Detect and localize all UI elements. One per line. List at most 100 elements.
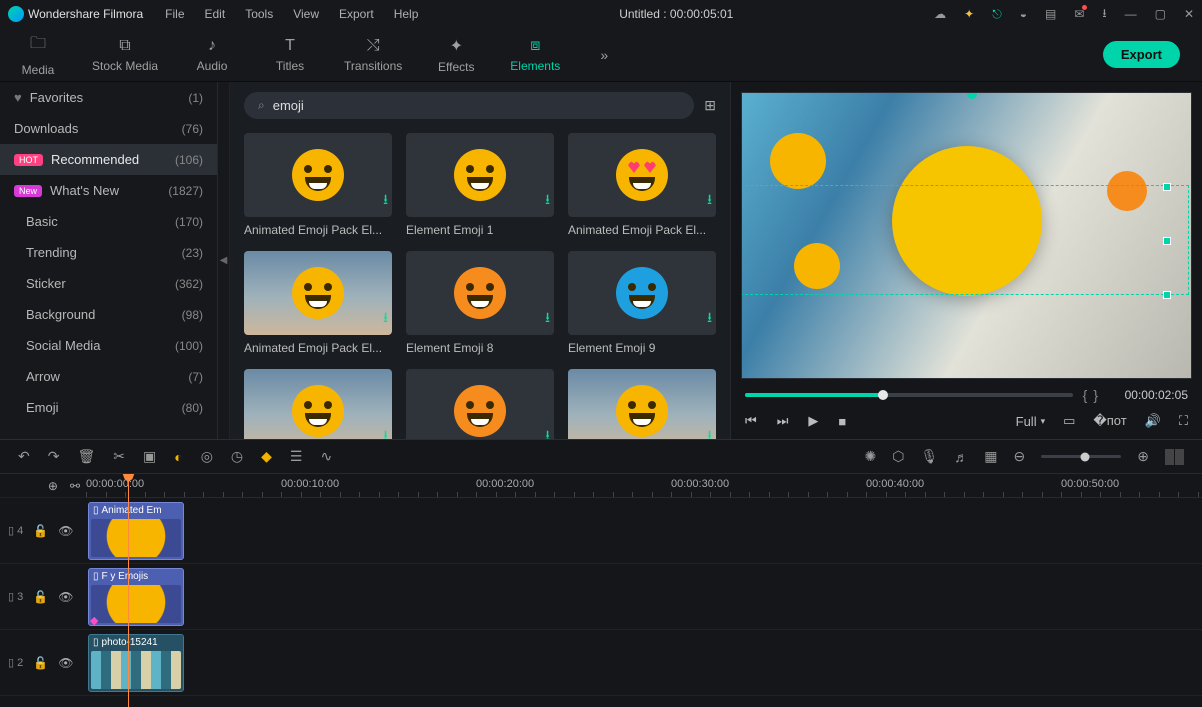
download-icon[interactable]: ⭳: [707, 189, 712, 213]
maximize-icon[interactable]: ▢: [1155, 7, 1166, 21]
eye-icon[interactable]: 👁: [58, 590, 73, 604]
zoom-slider[interactable]: [1041, 455, 1121, 458]
element-card[interactable]: ⭳: [244, 369, 392, 439]
lock-icon[interactable]: 🔓: [33, 590, 48, 604]
export-button[interactable]: Export: [1103, 41, 1180, 68]
download-icon[interactable]: ⭳: [707, 425, 712, 439]
play-button[interactable]: ▶: [808, 413, 818, 429]
element-card[interactable]: ⭳Element Emoji 9: [568, 251, 716, 355]
redo-icon[interactable]: ↷: [48, 448, 60, 465]
download-icon[interactable]: ⭳: [383, 307, 388, 331]
record-icon[interactable]: 🎙: [921, 448, 939, 465]
resize-handle[interactable]: [1163, 237, 1171, 245]
sidebar-item-recommended[interactable]: HOTRecommended(106): [0, 144, 217, 175]
download-icon[interactable]: ⭳: [545, 189, 550, 213]
undo-icon[interactable]: ↶: [18, 448, 30, 465]
tab-media[interactable]: 🗀Media: [14, 32, 62, 77]
track-head-2[interactable]: ▯ 2🔓👁: [0, 630, 86, 696]
tab-stock-media[interactable]: ⧉Stock Media: [92, 37, 158, 73]
minimize-icon[interactable]: —: [1125, 7, 1137, 21]
audio-mixer-icon[interactable]: ♬: [954, 449, 968, 465]
sidebar-item-arrow[interactable]: Arrow(7): [0, 361, 217, 392]
render-icon[interactable]: ▦: [984, 448, 997, 465]
settings-icon[interactable]: ☰: [290, 448, 303, 465]
menu-tools[interactable]: Tools: [245, 7, 273, 21]
split-icon[interactable]: ✂: [113, 448, 125, 465]
clip-animated-emoji[interactable]: ▯Animated Em: [88, 502, 184, 560]
keyframe-icon[interactable]: ◆: [261, 448, 272, 465]
sidebar-item-background[interactable]: Background(98): [0, 299, 217, 330]
save-icon[interactable]: ▤: [1045, 7, 1056, 21]
mark-out-icon[interactable]: }: [1093, 387, 1098, 403]
user-icon[interactable]: ◒: [1020, 7, 1027, 21]
search-input[interactable]: [273, 98, 681, 113]
download-icon[interactable]: ⭳: [383, 425, 388, 439]
grid-view-icon[interactable]: ⊞: [704, 97, 716, 114]
fullscreen-icon[interactable]: ⛶: [1179, 413, 1188, 429]
time-ruler[interactable]: 00:00:00:0000:00:10:0000:00:20:0000:00:3…: [86, 474, 1202, 498]
zoom-out-icon[interactable]: ⊖: [1014, 448, 1026, 465]
menu-view[interactable]: View: [293, 7, 319, 21]
track-4[interactable]: ▯Animated Em: [86, 498, 1202, 564]
speed-icon[interactable]: ◐: [174, 449, 182, 465]
volume-icon[interactable]: 🔊: [1145, 413, 1161, 429]
audio-wave-icon[interactable]: ∿: [320, 448, 332, 465]
download-icon[interactable]: ⭳: [545, 307, 550, 331]
sidebar-item-emoji[interactable]: Emoji(80): [0, 392, 217, 423]
clip-funny-emojis[interactable]: ▯F y Emojis: [88, 568, 184, 626]
tab-elements[interactable]: ⧈Elements: [510, 37, 560, 73]
element-card[interactable]: ⭳Animated Emoji Pack El...: [244, 251, 392, 355]
sidebar-item-social-media[interactable]: Social Media(100): [0, 330, 217, 361]
link-icon[interactable]: ⚯: [70, 479, 80, 493]
close-icon[interactable]: ✕: [1184, 7, 1194, 21]
selection-box[interactable]: [741, 185, 1189, 295]
tab-effects[interactable]: ✦Effects: [432, 36, 480, 74]
cloud-icon[interactable]: ☁: [934, 7, 946, 21]
lightbulb-icon[interactable]: ✦: [964, 7, 974, 21]
mark-in-icon[interactable]: {: [1083, 387, 1088, 403]
element-card[interactable]: ⭳Animated Emoji Pack El...: [568, 133, 716, 237]
collapse-sidebar-icon[interactable]: ◀: [218, 82, 230, 439]
resize-handle[interactable]: [1163, 183, 1171, 191]
scrub-track[interactable]: [745, 393, 1073, 397]
track-head-4[interactable]: ▯ 4🔓👁: [0, 498, 86, 564]
preview-canvas[interactable]: [741, 92, 1192, 379]
tab-transitions[interactable]: ⤭Transitions: [344, 37, 402, 73]
menu-edit[interactable]: Edit: [205, 7, 226, 21]
headset-icon[interactable]: ⎋: [992, 7, 1002, 22]
sidebar-item-trending[interactable]: Trending(23): [0, 237, 217, 268]
element-card[interactable]: ⭳Element Emoji 1: [406, 133, 554, 237]
sidebar-item-sticker[interactable]: Sticker(362): [0, 268, 217, 299]
download-icon[interactable]: ⭳: [383, 189, 388, 213]
download-icon[interactable]: ⭳: [707, 307, 712, 331]
color-icon[interactable]: ◎: [201, 448, 213, 465]
resize-handle[interactable]: [1163, 291, 1171, 299]
zoom-in-icon[interactable]: ⊕: [1137, 448, 1149, 465]
sidebar-item-basic[interactable]: Basic(170): [0, 206, 217, 237]
mail-icon[interactable]: ✉: [1074, 7, 1084, 21]
stop-button[interactable]: ■: [838, 414, 846, 429]
track-2[interactable]: ▯photo-15241: [86, 630, 1202, 696]
sidebar-item-downloads[interactable]: Downloads(76): [0, 113, 217, 144]
tab-titles[interactable]: TTitles: [266, 37, 314, 73]
add-track-icon[interactable]: ⊕: [48, 479, 58, 493]
more-tabs-icon[interactable]: »: [600, 47, 608, 63]
track-head-3[interactable]: ▯ 3🔓👁: [0, 564, 86, 630]
element-card[interactable]: ⭳: [568, 369, 716, 439]
next-frame-button[interactable]: ⏭: [777, 413, 789, 429]
scrub-head[interactable]: [878, 390, 888, 400]
fit-zoom-icon[interactable]: [1165, 449, 1184, 465]
lock-icon[interactable]: 🔓: [33, 524, 48, 538]
eye-icon[interactable]: 👁: [58, 524, 73, 538]
marker-icon[interactable]: ⬡: [892, 448, 904, 465]
mix-icon[interactable]: ✺: [865, 448, 877, 465]
snapshot-icon[interactable]: �пот: [1093, 413, 1126, 429]
quality-selector[interactable]: Full▾: [1016, 414, 1045, 429]
timeline-tracks[interactable]: 00:00:00:0000:00:10:0000:00:20:0000:00:3…: [86, 474, 1202, 707]
menu-help[interactable]: Help: [394, 7, 419, 21]
lock-icon[interactable]: 🔓: [33, 656, 48, 670]
menu-file[interactable]: File: [165, 7, 184, 21]
tab-audio[interactable]: ♪Audio: [188, 37, 236, 73]
download-icon[interactable]: ⭳: [545, 425, 550, 439]
download-icon[interactable]: ⭳: [1102, 4, 1106, 25]
